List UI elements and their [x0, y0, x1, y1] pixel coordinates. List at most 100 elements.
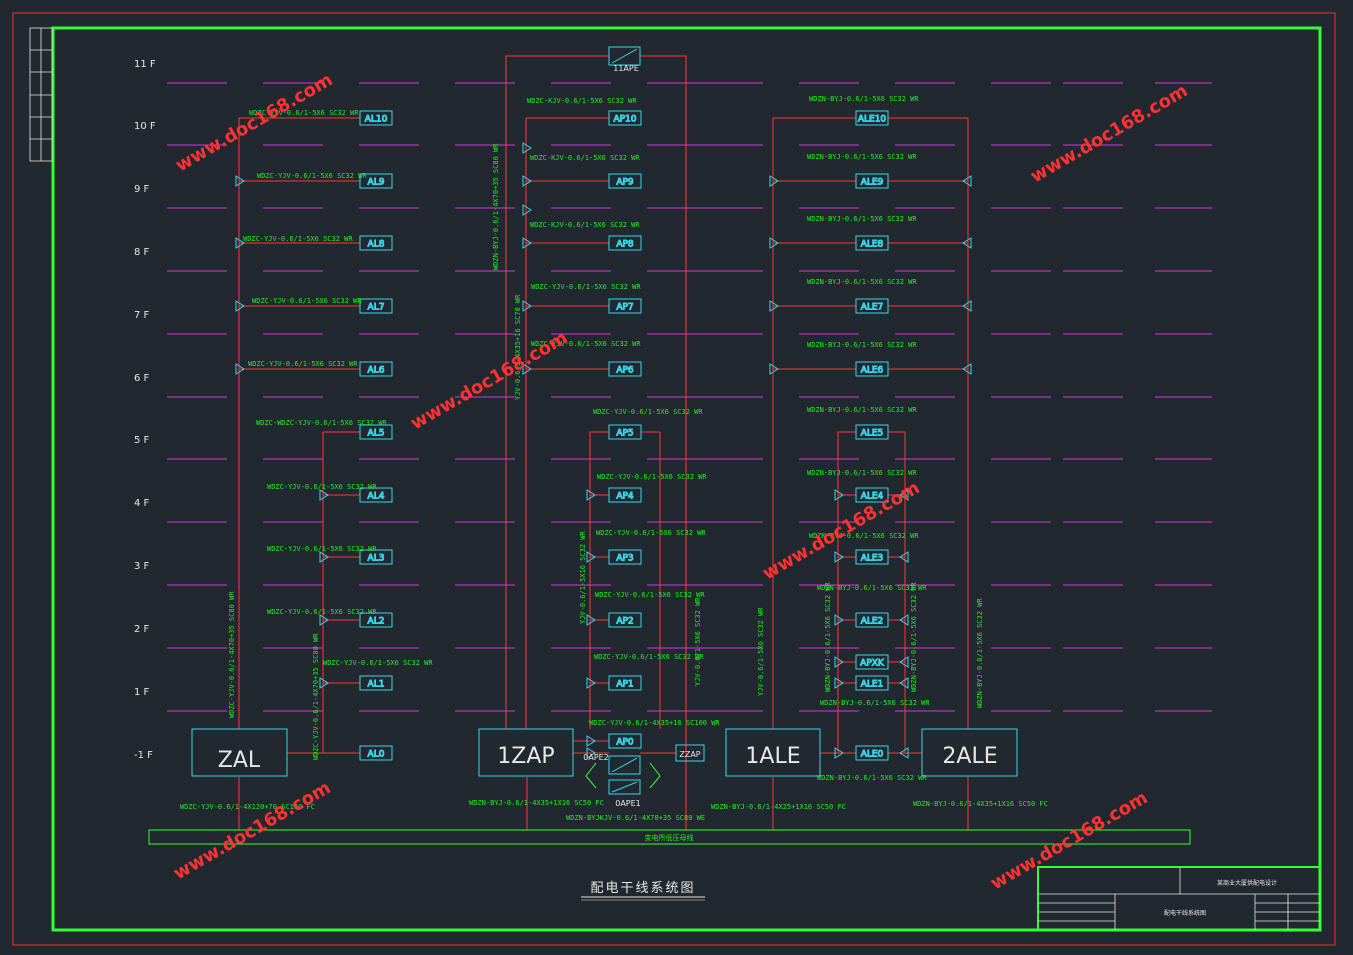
distribution-box-label: ALE9	[861, 178, 884, 188]
distribution-box-label: AL3	[368, 554, 385, 564]
al-riser2-label: WDZC-YJV-0.6/1-4X70+35 SC80 WR	[312, 633, 320, 760]
cable-spec-label: WDZC-KJV-0.6/1-5X6 SC32 WR	[527, 97, 637, 105]
cable-spec-label: WDZN-BYJ-0.6/1-5X6 SC32 WR	[807, 278, 917, 286]
distribution-box-label: AP7	[616, 303, 633, 313]
cable-spec-label: WDZC-YJV-0.6/1-5X6 SC32 WR	[248, 360, 358, 368]
cable-spec-label: WDZC-YJV-0.6/1-5X6 SC32 WR	[243, 235, 353, 243]
oape2-label: 0APE2	[583, 753, 609, 762]
ap-feed2-label: WDZN-BYJKJV-0.6/1-4X70+35 SC80 WE	[566, 814, 705, 822]
ap-feed-label: WDZN-BYJ-0.6/1-4X35+1X16 SC50 FC	[469, 799, 604, 807]
zap-label: 1ZAP	[497, 744, 554, 769]
ap-riser-b-label: YJV-0.6/1-4X35+16 SC70 WR	[514, 294, 522, 400]
distribution-box-label: AP8	[616, 240, 634, 250]
floor-label: 8 F	[134, 247, 150, 258]
distribution-box-label: ALE3	[861, 554, 884, 564]
cable-spec-label: WDZN-BYJ-0.6/1-5X6 SC32 WR	[820, 699, 930, 707]
distribution-riser-diagram: 11 F 10 F 9 F 8 F 7 F 6 F 5 F 4 F 3 F 2 F 1 F -1 F	[12, 12, 1336, 946]
cable-spec-label: WDZC-YJV-0.6/1-5X6 SC32 WR	[267, 608, 377, 616]
distribution-box-label: AP6	[616, 366, 634, 376]
distribution-box-label: AL0	[368, 750, 385, 760]
ale2-label: 2ALE	[942, 744, 997, 769]
watermark: www.doc168.com	[1027, 80, 1191, 187]
distribution-box-label: ALE5	[861, 429, 884, 439]
floor-label: 7 F	[134, 310, 150, 321]
floor-label: 11 F	[134, 59, 156, 70]
distribution-box-label: ALE10	[858, 115, 887, 125]
floor-label: 6 F	[134, 373, 150, 384]
distribution-box-label: ALE2	[861, 617, 884, 627]
floor-label: 10 F	[134, 121, 156, 132]
cable-spec-label: WDZC-YJV-0.6/1-5X6 SC32 WR	[595, 591, 705, 599]
floor-label: 4 F	[134, 498, 150, 509]
distribution-box-label: ALE8	[861, 240, 884, 250]
cable-spec-label: WDZC-YJV-0.6/1-5X6 SC32 WR	[593, 408, 703, 416]
ap0-cable-label: WDZC-YJV-0.6/1-4X35+16 SC100 WR	[589, 719, 720, 727]
distribution-box-label: AL6	[368, 366, 385, 376]
cable-spec-label: WDZC-KJV-0.6/1-5X6 SC32 WR	[530, 221, 640, 229]
distribution-box-label: ALE0	[861, 750, 884, 760]
distribution-box-label: AP4	[616, 492, 634, 502]
cable-spec-label: WDZC-KJV-0.6/1-5X6 SC32 WR	[530, 154, 640, 162]
cable-spec-label: WDZC-YJV-0.6/1-5X6 SC32 WR	[257, 172, 367, 180]
ale-riser-ml-label: WDZN-BYJ-0.6/1-5X6 SC32 WR	[824, 582, 832, 692]
title-block	[1037, 866, 1321, 931]
title-block-sheet: 配电干线系统图	[1164, 909, 1206, 917]
floor-label: 5 F	[134, 435, 150, 446]
floor-label: 9 F	[134, 184, 150, 195]
floor-label: 3 F	[134, 561, 150, 572]
cable-spec-label: WDZC-YJV-0.6/1-5X6 SC32 WR	[596, 529, 706, 537]
cable-spec-label: WDZN-BYJ-0.6/1-5X6 SC32 WR	[807, 153, 917, 161]
distribution-box-label: AL8	[368, 240, 385, 250]
distribution-box-label: AP1	[616, 680, 633, 690]
cable-spec-label: WDZN-BYJ-0.6/1-5X6 SC32 WR	[809, 95, 919, 103]
floor-label: -1 F	[134, 750, 153, 761]
distribution-box-label: ALE6	[861, 366, 884, 376]
title-block-project: 某商业大厦供配电设计	[1217, 879, 1277, 887]
ap-riser-a-label: WDZN-BYJ-0.6/1-4X70+35 SC80 WR	[492, 143, 500, 270]
zal-wiring	[238, 117, 360, 830]
zal-label: ZAL	[218, 748, 261, 773]
distribution-box-label: AP0	[616, 738, 634, 748]
ale-riser-mr-label: WDZN-BYJ-0.6/1-5X6 SC32 WR	[910, 582, 918, 692]
cable-spec-label: WDZC-YJV-0.6/1-5X6 SC32 WR	[252, 297, 362, 305]
watermark: www.doc168.com	[407, 327, 571, 434]
busbar-label: 变电所低压母线	[645, 833, 694, 842]
cable-spec-label: WDZC-YJV-0.6/1-5X6 SC32 WR	[267, 545, 377, 553]
al-riser1-label: WDZC-YJV-0.6/1-4X70+35 SC80 WR	[228, 591, 236, 718]
distribution-box-label: AL2	[368, 617, 385, 627]
cable-spec-label: WDZN-BYJ-0.6/1-5X6 SC32 WR	[807, 341, 917, 349]
watermark: www.doc168.com	[170, 777, 334, 884]
distribution-box-label: APXK	[860, 659, 885, 669]
distribution-box-label: AL4	[368, 492, 385, 502]
ale-riser-l-label: YJV-0.6/1-5X6 SC32 WR	[757, 607, 765, 696]
cable-spec-label: WDZC-YJV-0.6/1-5X6 SC32 WR	[597, 473, 707, 481]
cable-spec-label: WDZN-BYJ-0.6/1-5X6 SC32 WR	[807, 469, 917, 477]
cable-spec-label: WDZC-YJV-0.6/1-5X6 SC32 WR	[531, 283, 641, 291]
distribution-box-label: AL5	[368, 429, 385, 439]
ale1-label: 1ALE	[745, 744, 800, 769]
cable-spec-label: WDZC-YJV-0.6/1-5X6 SC32 WR	[594, 653, 704, 661]
cable-spec-label: WDZN-BYJ-0.6/1-5X6 SC32 WR	[807, 215, 917, 223]
cable-spec-label: WDZC-YJV-0.6/1-5X6 SC32 WR	[267, 483, 377, 491]
distribution-box-label: AL1	[368, 680, 385, 690]
ale-feed1-label: WDZN-BYJ-0.6/1-4X25+1X16 SC50 FC	[711, 803, 846, 811]
drawing-title: 配电干线系统图	[590, 881, 695, 896]
distribution-box-label: AP10	[613, 115, 636, 125]
distribution-box-label: AL7	[368, 303, 385, 313]
distribution-box-label: ALE1	[861, 680, 884, 690]
ale-feed2-label: WDZN-BYJ-0.6/1-4X35+1X16 SC50 FC	[913, 800, 1048, 808]
ale0-cable-label: WDZN-BYJ-0.6/1-5X6 SC32 WR	[817, 774, 927, 782]
ale-riser-r-label: WDZN-BYJ-0.6/1-5X6 SC32 WR	[976, 598, 984, 708]
floor-label: 1 F	[134, 687, 150, 698]
zap-wiring	[505, 55, 687, 830]
oape1-label: 0APE1	[615, 799, 641, 808]
binding-strip	[29, 27, 53, 162]
floor-label: 2 F	[134, 624, 150, 635]
cable-spec-label: WDZN-BYJ-0.6/1-5X6 SC32 WR	[807, 406, 917, 414]
distribution-box-label: AL10	[365, 115, 388, 125]
distribution-box-label: AP5	[616, 429, 633, 439]
cable-spec-label: WDZC-WDZC-YJV-0.6/1-5X6 SC32 WR	[256, 419, 387, 427]
zzap-label: ZZAP	[679, 750, 700, 759]
tape-label: 11APE	[613, 64, 639, 73]
distribution-box-label: AL9	[368, 178, 385, 188]
